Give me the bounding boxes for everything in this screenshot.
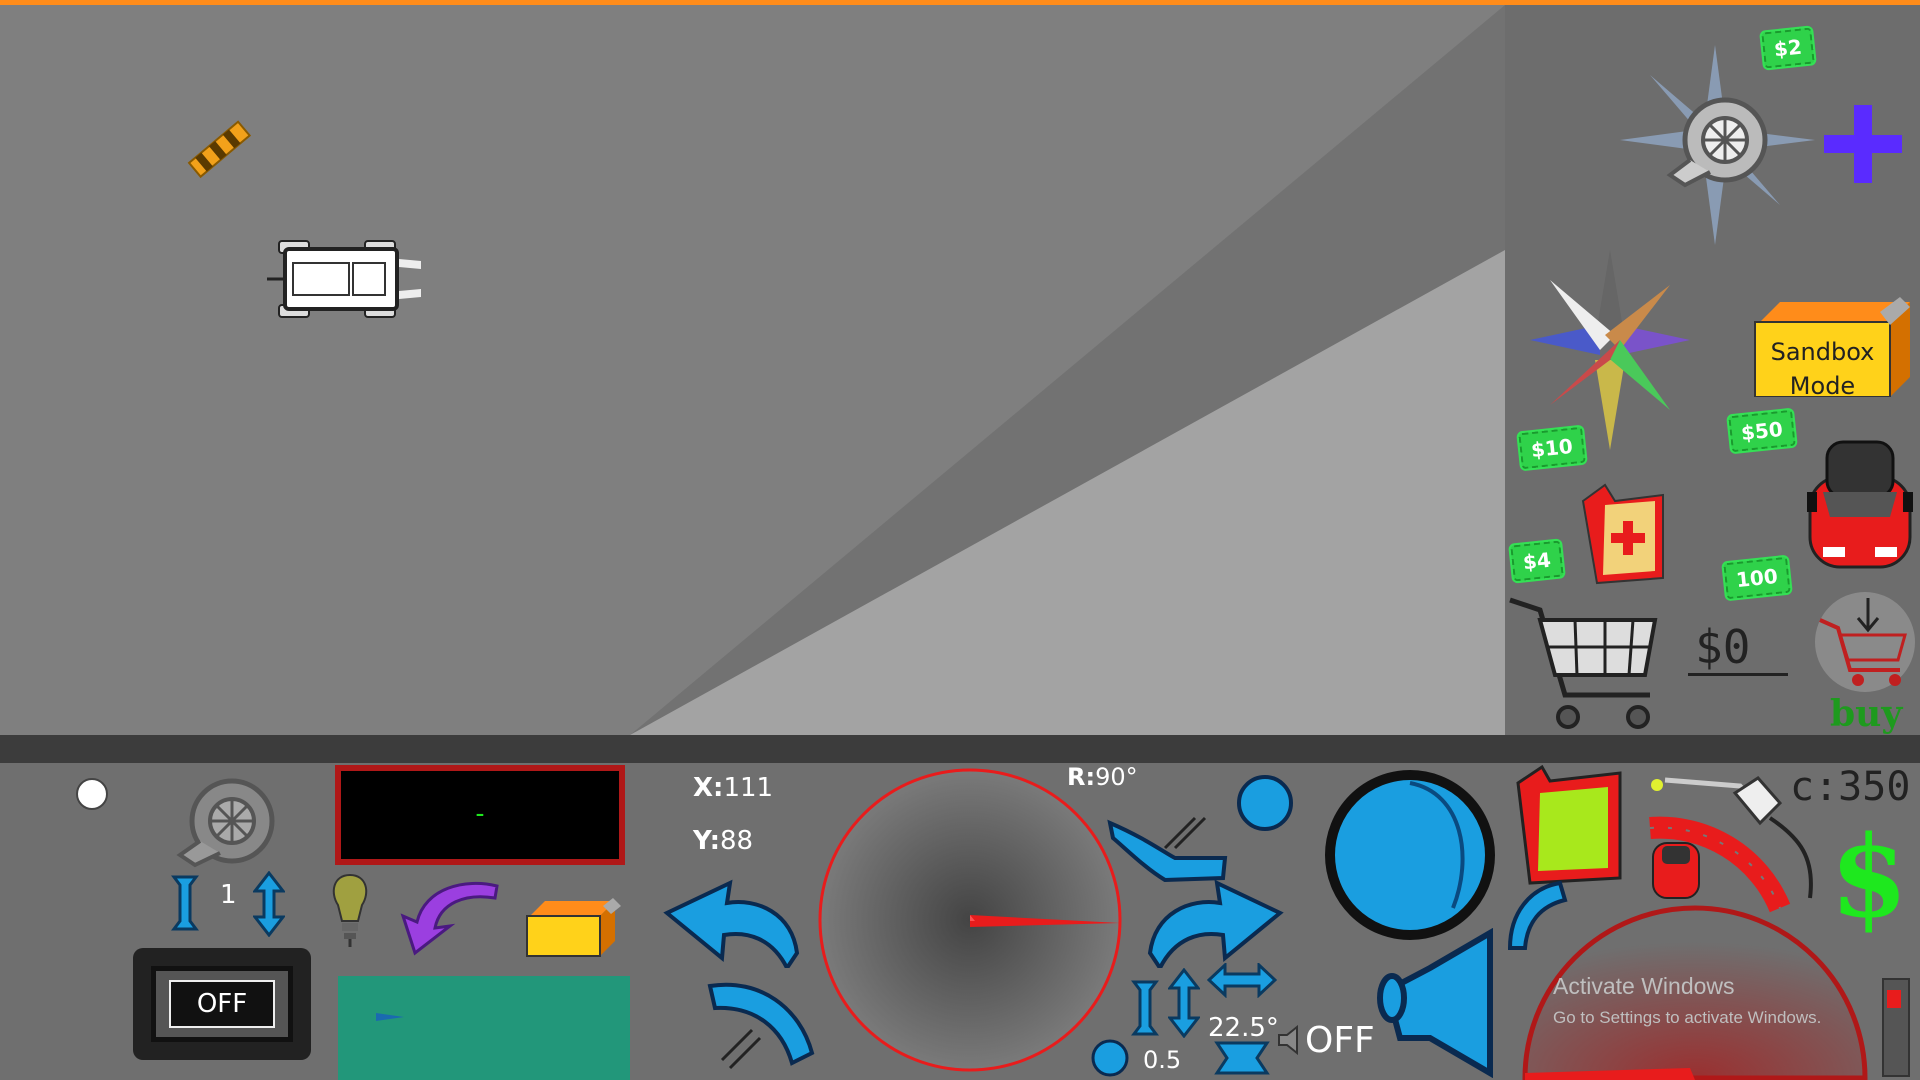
rotation-label: R: (1067, 763, 1096, 791)
activation-watermark-title: Activate Windows (1553, 973, 1735, 999)
throttle-bar[interactable] (1882, 978, 1910, 1077)
lightbulb-icon[interactable] (328, 873, 373, 948)
minimap-car-marker (376, 1013, 404, 1021)
buy-cart-button[interactable] (1810, 590, 1920, 695)
price-tag-paint: $10 (1518, 426, 1586, 470)
add-plus-icon[interactable] (1822, 105, 1902, 185)
fuel-gauge-can-icon (1516, 764, 1622, 885)
angle-step-widen-icon[interactable] (1207, 963, 1277, 998)
rotate-left-arrow-icon[interactable] (662, 873, 807, 968)
rotate-right-arrow-icon[interactable] (1140, 873, 1285, 968)
buy-label[interactable]: buy (1830, 693, 1902, 735)
rotation-value: 90° (1095, 763, 1138, 791)
power-state-label: OFF (169, 980, 275, 1028)
fuel-can-item[interactable] (1575, 483, 1670, 588)
sandbox-mode-button[interactable]: Sandbox Mode (1750, 297, 1910, 400)
turbo-upgrade-item[interactable] (1615, 40, 1820, 250)
step-decrease-icon[interactable] (1130, 978, 1160, 1038)
indicator-dot[interactable] (76, 778, 108, 810)
turbo-level: 1 (220, 880, 237, 910)
hud-divider (0, 735, 1920, 763)
price-tag-car: 100 (1723, 556, 1791, 600)
paint-star-item[interactable] (1520, 245, 1700, 455)
turbo-icon (176, 778, 275, 868)
steering-dial[interactable] (815, 765, 1125, 1080)
turbo-adjust-icon[interactable] (253, 871, 285, 937)
price-tag-fuel: $4 (1510, 540, 1564, 582)
speaker-icon[interactable] (1275, 1025, 1305, 1055)
playfield[interactable]: $2 $10 Sandbox Mode $50 $4 100 $0 buy (0, 5, 1920, 735)
player-car[interactable] (265, 235, 425, 325)
red-car-item[interactable] (1805, 437, 1915, 582)
minimap[interactable] (338, 976, 630, 1080)
activation-watermark-subtitle: Go to Settings to activate Windows. (1553, 1008, 1822, 1027)
small-ball-icon[interactable] (1235, 773, 1295, 833)
control-panel: 1 OFF - X:111 Y:88 R:90° 0.5 22.5° OFF c… (0, 763, 1920, 1080)
price-tag-turbo: $2 (1761, 27, 1815, 69)
x-coordinate-value: 111 (723, 773, 774, 803)
x-coordinate-label: X: (693, 773, 724, 803)
horn-button[interactable] (1370, 928, 1500, 1078)
large-ball-button[interactable] (1323, 768, 1498, 943)
y-coordinate-value: 88 (719, 826, 754, 856)
shopping-cart-icon[interactable] (1505, 595, 1660, 735)
spawn-box-icon[interactable] (525, 898, 625, 958)
money-underline (1688, 673, 1788, 676)
y-coordinate-label: Y: (693, 826, 720, 856)
ramp-piece[interactable] (180, 110, 260, 190)
message-display: - (335, 765, 625, 865)
step-adjust-icon[interactable] (1168, 968, 1200, 1038)
money-display: $0 (1695, 620, 1751, 674)
horn-state[interactable]: OFF (1305, 1020, 1375, 1061)
sandbox-label-line2: Mode (1789, 372, 1856, 400)
undo-arrow-icon[interactable] (395, 878, 505, 958)
step-value: 0.5 (1143, 1046, 1182, 1074)
angle-step-narrow-icon[interactable] (1212, 1038, 1272, 1078)
turn-left-curve-icon[interactable] (700, 978, 820, 1078)
throttle-level (1887, 990, 1901, 1008)
power-toggle[interactable]: OFF (133, 948, 311, 1060)
message-display-text: - (472, 799, 488, 829)
price-tag-sandbox: $50 (1728, 409, 1796, 453)
turbo-decrease-icon[interactable] (170, 873, 200, 933)
sandbox-label-line1: Sandbox (1770, 338, 1875, 366)
step-dot-icon (1091, 1039, 1129, 1077)
